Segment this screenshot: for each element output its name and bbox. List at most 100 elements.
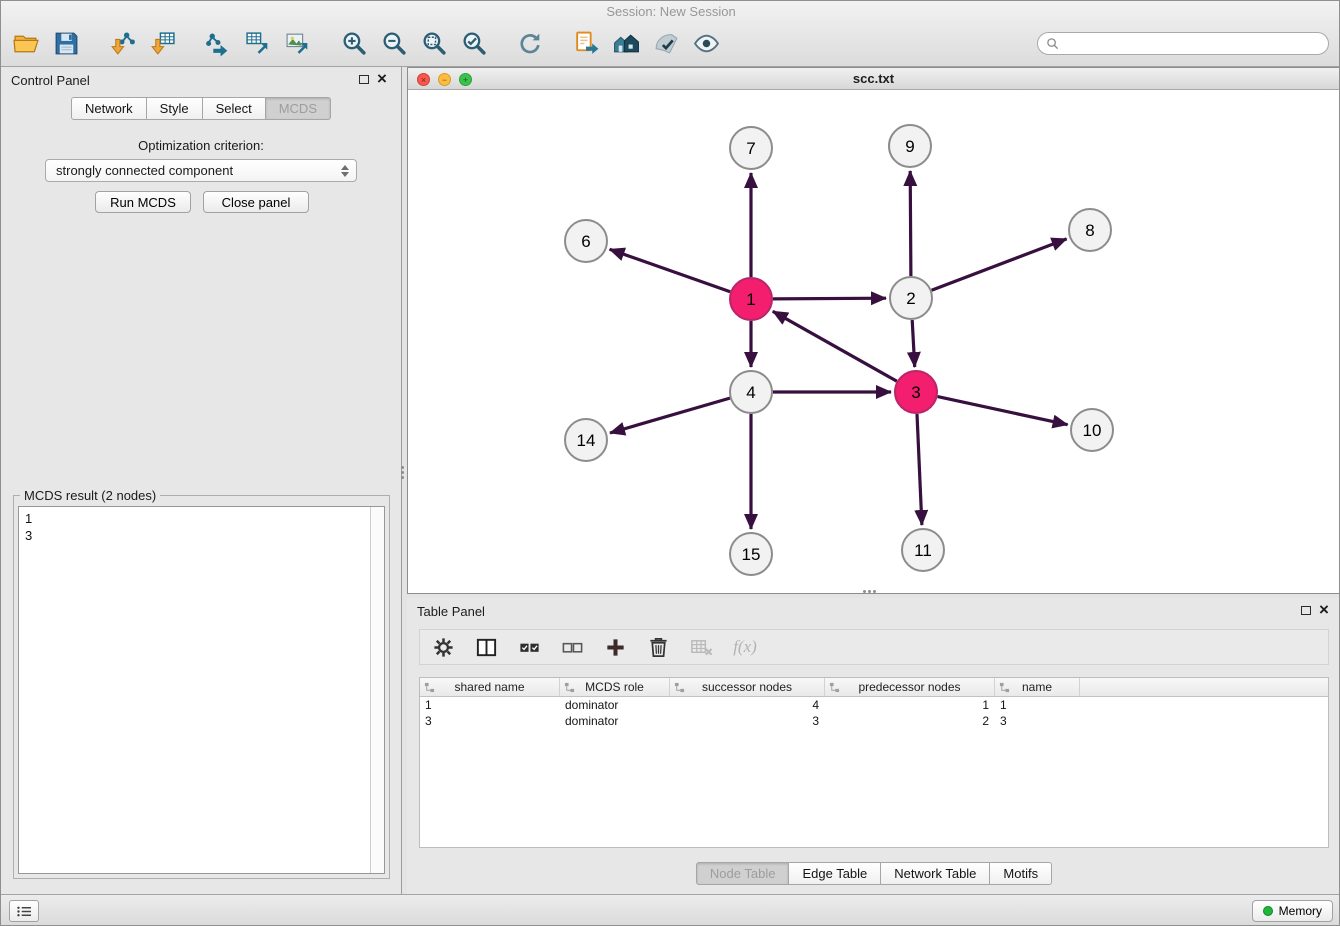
splitter-handle-horizontal[interactable]: [859, 587, 879, 595]
cell-mcds-role[interactable]: dominator: [560, 713, 670, 729]
zoom-selected-button[interactable]: [459, 27, 491, 59]
edge-1-6[interactable]: [610, 249, 731, 291]
node-7[interactable]: 7: [730, 127, 772, 169]
node-label: 4: [746, 383, 755, 402]
control-panel-title: Control Panel: [11, 73, 90, 88]
node-2[interactable]: 2: [890, 277, 932, 319]
network-canvas[interactable]: 7 9 6 8 1 2 4 3 14 10 15 11: [408, 90, 1339, 593]
node-9[interactable]: 9: [889, 125, 931, 167]
table-panel-title: Table Panel: [417, 604, 485, 619]
task-history-button[interactable]: [9, 900, 39, 922]
node-1[interactable]: 1: [730, 278, 772, 320]
import-network-button[interactable]: [107, 27, 139, 59]
tab-select[interactable]: Select: [202, 97, 266, 120]
cell-name[interactable]: 1: [995, 697, 1080, 713]
edge-2-9[interactable]: [910, 171, 911, 276]
edge-3-1[interactable]: [773, 311, 897, 381]
edge-3-11[interactable]: [917, 414, 922, 525]
table-row[interactable]: 1dominator411: [420, 697, 1328, 713]
home-network-icon: [613, 30, 640, 57]
node-10[interactable]: 10: [1071, 409, 1113, 451]
select-all-columns-button[interactable]: [516, 633, 544, 661]
table-tab-network-table[interactable]: Network Table: [880, 862, 990, 885]
optimization-criterion-select[interactable]: strongly connected component: [45, 159, 357, 182]
close-table-panel-icon[interactable]: [1317, 600, 1331, 620]
edge-4-14[interactable]: [610, 398, 730, 433]
edge-2-8[interactable]: [932, 239, 1067, 290]
tab-network[interactable]: Network: [71, 97, 147, 120]
table-row[interactable]: 3dominator323: [420, 713, 1328, 729]
share-document-button[interactable]: [571, 27, 603, 59]
export-network-button[interactable]: [203, 27, 235, 59]
tab-mcds[interactable]: MCDS: [265, 97, 331, 120]
toolbar-group: [515, 27, 547, 59]
table-tab-edge-table[interactable]: Edge Table: [788, 862, 881, 885]
cell-shared-name[interactable]: 3: [420, 713, 560, 729]
application-window: Session: New Session Control Panel Netwo…: [0, 0, 1340, 926]
toggle-visibility-button[interactable]: [691, 27, 723, 59]
list-icon: [16, 905, 33, 918]
node-3[interactable]: 3: [895, 371, 937, 413]
share-document-icon: [573, 30, 600, 57]
cell-mcds-role[interactable]: dominator: [560, 697, 670, 713]
apply-style-icon: [653, 30, 680, 57]
node-6[interactable]: 6: [565, 220, 607, 262]
zoom-out-button[interactable]: [379, 27, 411, 59]
deselect-all-columns-button[interactable]: [559, 633, 587, 661]
column-settings-gear-button[interactable]: [430, 633, 458, 661]
cell-predecessor-nodes[interactable]: 2: [825, 713, 995, 729]
save-session-button[interactable]: [51, 27, 83, 59]
add-row-button[interactable]: [602, 633, 630, 661]
node-15[interactable]: 15: [730, 533, 772, 575]
home-network-button[interactable]: [611, 27, 643, 59]
column-header-name[interactable]: name: [995, 678, 1080, 697]
main-toolbar: Session: New Session: [1, 1, 1340, 67]
mcds-result-list[interactable]: 13: [18, 506, 385, 874]
search-input[interactable]: [1064, 36, 1320, 51]
column-header-shared-name[interactable]: shared name: [420, 678, 560, 697]
edge-2-3[interactable]: [912, 320, 915, 367]
delete-table-button: [688, 633, 716, 661]
open-session-button[interactable]: [11, 27, 43, 59]
refresh-button[interactable]: [515, 27, 547, 59]
apply-style-button[interactable]: [651, 27, 683, 59]
network-window-titlebar[interactable]: scc.txt: [408, 68, 1339, 90]
cell-shared-name[interactable]: 1: [420, 697, 560, 713]
float-table-panel-icon[interactable]: [1301, 606, 1311, 615]
delete-row-button[interactable]: [645, 633, 673, 661]
column-header-predecessor-nodes[interactable]: predecessor nodes: [825, 678, 995, 697]
node-label: 7: [746, 139, 755, 158]
table-tab-node-table[interactable]: Node Table: [696, 862, 790, 885]
column-selector-button[interactable]: [473, 633, 501, 661]
zoom-fit-button[interactable]: [419, 27, 451, 59]
node-8[interactable]: 8: [1069, 209, 1111, 251]
node-4[interactable]: 4: [730, 371, 772, 413]
memory-button[interactable]: Memory: [1252, 900, 1333, 922]
cell-name[interactable]: 3: [995, 713, 1080, 729]
cell-predecessor-nodes[interactable]: 1: [825, 697, 995, 713]
float-panel-icon[interactable]: [359, 75, 369, 84]
import-table-button[interactable]: [147, 27, 179, 59]
node-14[interactable]: 14: [565, 419, 607, 461]
export-image-button[interactable]: [283, 27, 315, 59]
table-tab-motifs[interactable]: Motifs: [989, 862, 1052, 885]
result-scrollbar[interactable]: [370, 507, 384, 873]
cell-successor-nodes[interactable]: 4: [670, 697, 825, 713]
cell-successor-nodes[interactable]: 3: [670, 713, 825, 729]
splitter-handle-vertical[interactable]: [398, 463, 406, 481]
close-panel-button[interactable]: Close panel: [203, 191, 309, 213]
column-header-mcds-role[interactable]: MCDS role: [560, 678, 670, 697]
run-mcds-button[interactable]: Run MCDS: [95, 191, 191, 213]
tab-style[interactable]: Style: [146, 97, 203, 120]
edge-3-10[interactable]: [938, 397, 1068, 425]
export-network-icon: [205, 30, 232, 57]
export-table-button[interactable]: [243, 27, 275, 59]
edge-1-2[interactable]: [773, 298, 886, 299]
toolbar-group: [571, 27, 723, 59]
node-11[interactable]: 11: [902, 529, 944, 571]
column-header-successor-nodes[interactable]: successor nodes: [670, 678, 825, 697]
close-panel-icon[interactable]: [375, 69, 389, 89]
search-field[interactable]: [1037, 32, 1329, 55]
zoom-in-button[interactable]: [339, 27, 371, 59]
node-label: 1: [746, 290, 755, 309]
